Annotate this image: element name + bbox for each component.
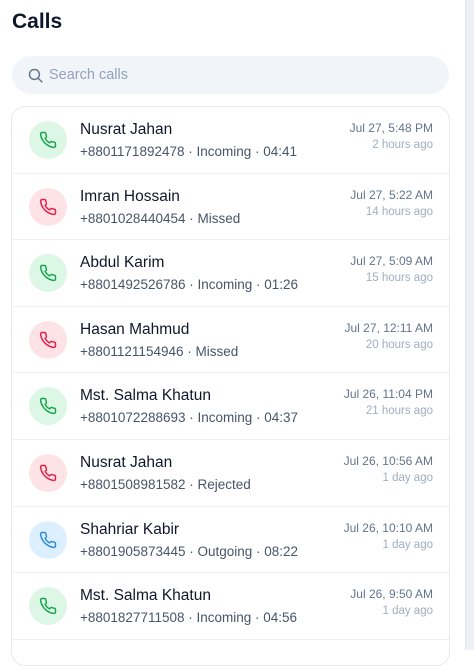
- call-time: Jul 27, 12:11 AM: [344, 320, 434, 335]
- call-relative-time: 1 day ago: [382, 538, 433, 551]
- call-type-badge: [29, 587, 67, 626]
- phone-outgoing-icon: [39, 531, 57, 548]
- caller-name: Nusrat Jahan: [80, 453, 173, 471]
- call-details: +8801028440454 · Missed: [80, 210, 241, 226]
- call-row[interactable]: Hasan Mahmud +8801121154946 · Missed Jul…: [12, 307, 449, 374]
- call-type-badge: [29, 254, 67, 293]
- caller-name: Nusrat Jahan: [80, 121, 173, 138]
- call-time: Jul 27, 5:48 PM: [349, 121, 433, 135]
- call-row[interactable]: Nusrat Jahan +8801171892478 · Incoming ·…: [12, 107, 449, 174]
- call-row[interactable]: Imran Hossain +8801028440454 · Missed Ju…: [12, 174, 449, 241]
- call-type-badge: [29, 387, 67, 426]
- phone-rejected-icon: [39, 464, 57, 482]
- call-type-badge: [29, 187, 67, 226]
- caller-name: Mst. Salma Khatun: [80, 587, 211, 605]
- call-row[interactable]: Mst. Salma Khatun +8801827711508 · Incom…: [12, 573, 449, 640]
- phone-missed-icon: [39, 198, 57, 215]
- call-details: +8801508981582 · Rejected: [80, 476, 251, 492]
- caller-name: Mst. Salma Khatun: [80, 387, 211, 405]
- page-title: Calls: [12, 10, 63, 33]
- call-relative-time: 21 hours ago: [365, 405, 433, 418]
- call-time: Jul 26, 10:10 AM: [343, 520, 433, 535]
- phone-missed-icon: [39, 331, 57, 348]
- call-row[interactable]: Nusrat Jahan +8801508981582 · Rejected J…: [12, 440, 449, 507]
- call-time: Jul 26, 10:56 AM: [343, 453, 433, 468]
- phone-incoming-icon: [39, 597, 57, 615]
- call-type-badge: [29, 520, 67, 559]
- call-details: +8801827711508 · Incoming · 04:56: [80, 610, 298, 626]
- call-details: +8801072288693 · Incoming · 04:37: [80, 410, 299, 426]
- caller-name: Hasan Mahmud: [80, 320, 190, 338]
- call-relative-time: 20 hours ago: [365, 338, 433, 351]
- call-relative-time: 1 day ago: [382, 471, 433, 484]
- call-details: +8801905873445 · Outgoing · 08:22: [80, 543, 299, 559]
- call-row[interactable]: Mst. Salma Khatun +8801072288693 · Incom…: [12, 373, 449, 440]
- call-list: Nusrat Jahan +8801171892478 · Incoming ·…: [11, 106, 450, 666]
- call-time: Jul 27, 5:09 AM: [350, 254, 433, 269]
- call-type-badge: [29, 121, 67, 159]
- call-type-badge: [29, 453, 67, 492]
- call-details: +8801121154946 · Missed: [80, 343, 239, 359]
- phone-incoming-icon: [39, 264, 57, 282]
- call-relative-time: 1 day ago: [382, 605, 433, 618]
- call-row[interactable]: Abdul Karim +8801492526786 · Incoming · …: [12, 240, 449, 307]
- search-icon: [28, 68, 43, 83]
- caller-name: Shahriar Kabir: [80, 520, 180, 538]
- call-type-badge: [29, 320, 67, 359]
- call-details: +8801492526786 · Incoming · 01:26: [80, 277, 299, 293]
- call-row[interactable]: Shahriar Kabir +8801905873445 · Outgoing…: [12, 507, 449, 574]
- call-time: Jul 27, 5:22 AM: [350, 187, 433, 202]
- phone-incoming-icon: [39, 398, 57, 415]
- call-details: +8801171892478 · Incoming · 04:41: [80, 144, 298, 159]
- scrollbar-track[interactable]: [465, 0, 474, 650]
- call-relative-time: 14 hours ago: [365, 205, 433, 218]
- search-input[interactable]: [49, 56, 429, 94]
- caller-name: Imran Hossain: [80, 187, 180, 205]
- call-relative-time: 15 hours ago: [365, 272, 433, 285]
- phone-incoming-icon: [39, 131, 57, 149]
- call-time: Jul 26, 9:50 AM: [350, 587, 433, 602]
- search-bar[interactable]: [12, 56, 449, 94]
- caller-name: Abdul Karim: [80, 254, 165, 272]
- call-time: Jul 26, 11:04 PM: [343, 387, 433, 402]
- call-relative-time: 2 hours ago: [372, 139, 433, 151]
